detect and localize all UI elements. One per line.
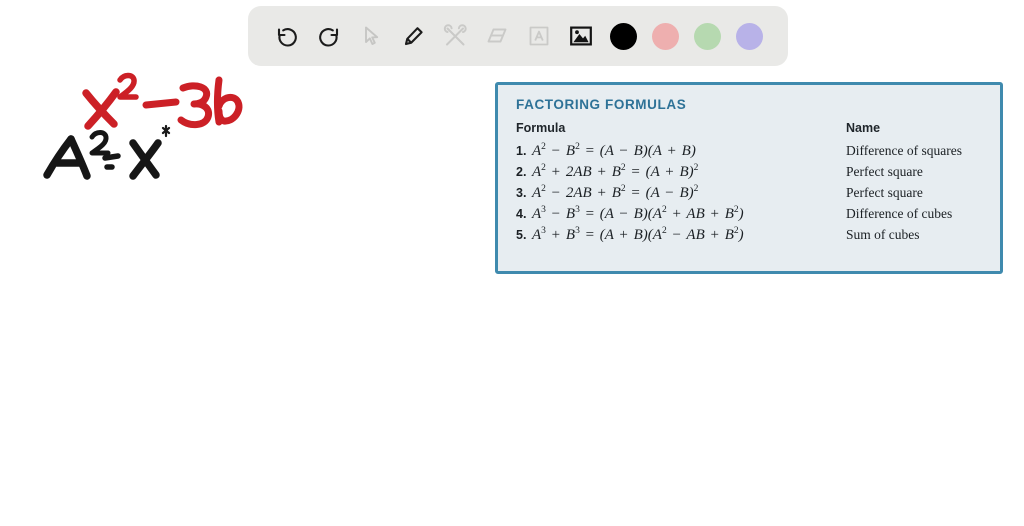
drawing-toolbar[interactable] (248, 6, 788, 66)
formula-expression: A2 − 2AB + B2 = (A − B)2 (532, 184, 699, 201)
formula-row: 5. A3 + B3 = (A + B)(A2 − AB + B2) Sum of … (516, 226, 984, 244)
card-title: FACTORING FORMULAS (516, 97, 687, 112)
formula-number: 4. (516, 207, 527, 221)
undo-icon[interactable] (266, 14, 308, 58)
formula-row: 2. A2 + 2AB + B2 = (A + B)2 Perfect square (516, 163, 984, 181)
image-icon[interactable] (560, 14, 602, 58)
eraser-icon[interactable] (476, 14, 518, 58)
formula-row: 4. A3 − B3 = (A − B)(A2 + AB + B2) Differe… (516, 205, 984, 223)
color-pink[interactable] (644, 14, 686, 58)
column-header-formula: Formula (516, 121, 566, 135)
formula-expression: A2 − B2 = (A − B)(A + B) (532, 142, 696, 159)
pencil-icon[interactable] (392, 14, 434, 58)
color-black[interactable] (602, 14, 644, 58)
formula-expression: A3 + B3 = (A + B)(A2 − AB + B2) (532, 226, 744, 243)
formula-number: 2. (516, 165, 527, 179)
formula-expression: A3 − B3 = (A − B)(A2 + AB + B2) (532, 205, 744, 222)
text-icon[interactable] (518, 14, 560, 58)
color-green[interactable] (686, 14, 728, 58)
formula-row: 1. A2 − B2 = (A − B)(A + B) Difference of … (516, 142, 984, 160)
formula-name: Perfect square (846, 185, 923, 200)
factoring-formulas-card: FACTORING FORMULAS Formula Name 1. A2 − B… (495, 82, 1003, 274)
select-icon[interactable] (350, 14, 392, 58)
formula-name: Perfect square (846, 164, 923, 179)
drawing-canvas[interactable]: FACTORING FORMULAS Formula Name 1. A2 − B… (0, 0, 1024, 526)
formula-expression: A2 + 2AB + B2 = (A + B)2 (532, 163, 699, 180)
formula-number: 5. (516, 228, 527, 242)
tools-icon[interactable] (434, 14, 476, 58)
formula-name: Sum of cubes (846, 227, 920, 242)
color-purple[interactable] (728, 14, 770, 58)
redo-icon[interactable] (308, 14, 350, 58)
column-header-name: Name (846, 121, 881, 135)
formula-number: 1. (516, 144, 527, 158)
formula-name: Difference of squares (846, 143, 962, 158)
formula-name: Difference of cubes (846, 206, 953, 221)
card-column-headers: Formula Name (516, 121, 984, 135)
formula-number: 3. (516, 186, 527, 200)
formula-row: 3. A2 − 2AB + B2 = (A − B)2 Perfect square (516, 184, 984, 202)
formula-rows: 1. A2 − B2 = (A − B)(A + B) Difference of … (516, 142, 984, 244)
